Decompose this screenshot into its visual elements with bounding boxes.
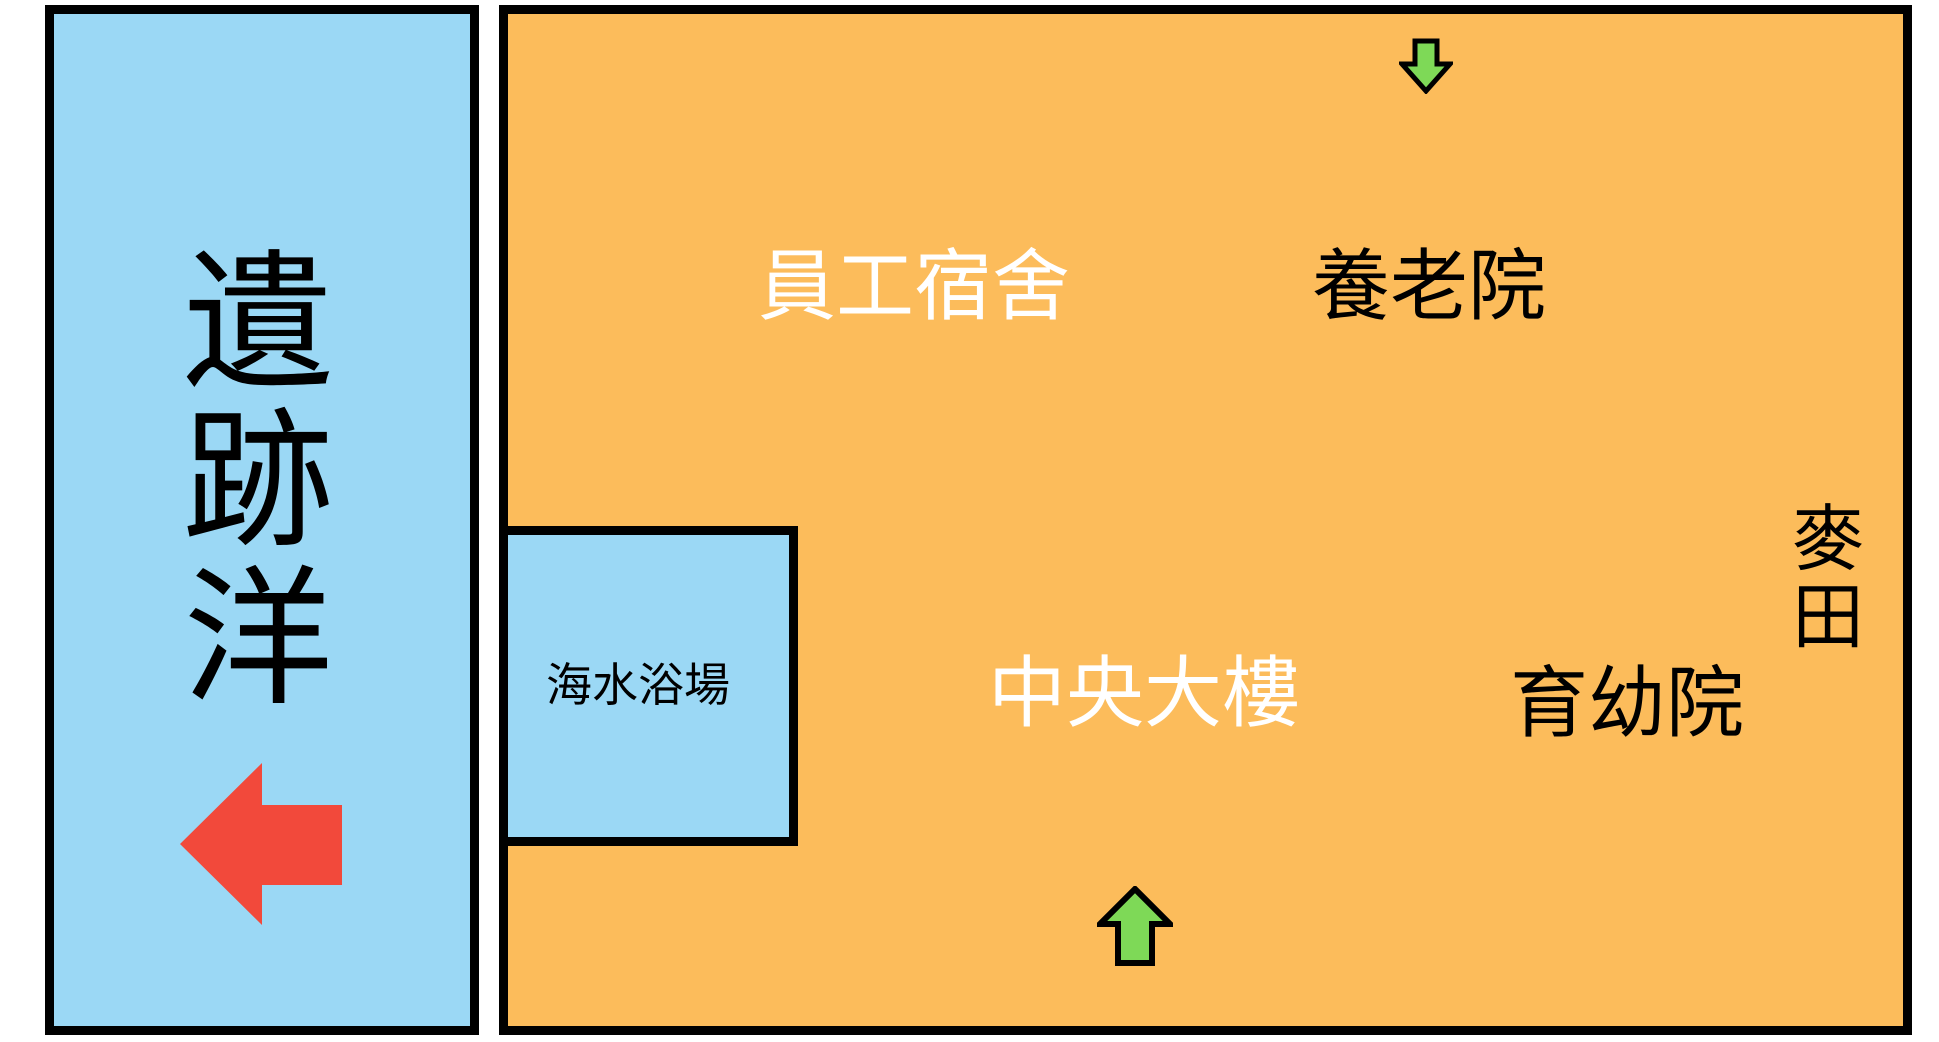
arrow-up-icon [1097,886,1173,966]
arrow-left-shape [180,763,342,925]
central-building-label: 中央大樓 [988,649,1301,739]
dorm-label: 員工宿舍 [758,242,1071,332]
arrow-left-icon [180,763,342,925]
wheat-field-label: 麥田 [1791,497,1864,659]
land-region [499,5,1912,1035]
arrow-down-icon [1399,38,1453,94]
elder-home-label: 養老院 [1312,242,1547,332]
orphanage-label: 育幼院 [1510,659,1745,749]
ocean-label: 遺跡洋 [182,237,333,727]
beach-label: 海水浴場 [546,658,730,712]
arrow-down-shape [1399,38,1453,94]
arrow-up-shape [1097,886,1173,966]
